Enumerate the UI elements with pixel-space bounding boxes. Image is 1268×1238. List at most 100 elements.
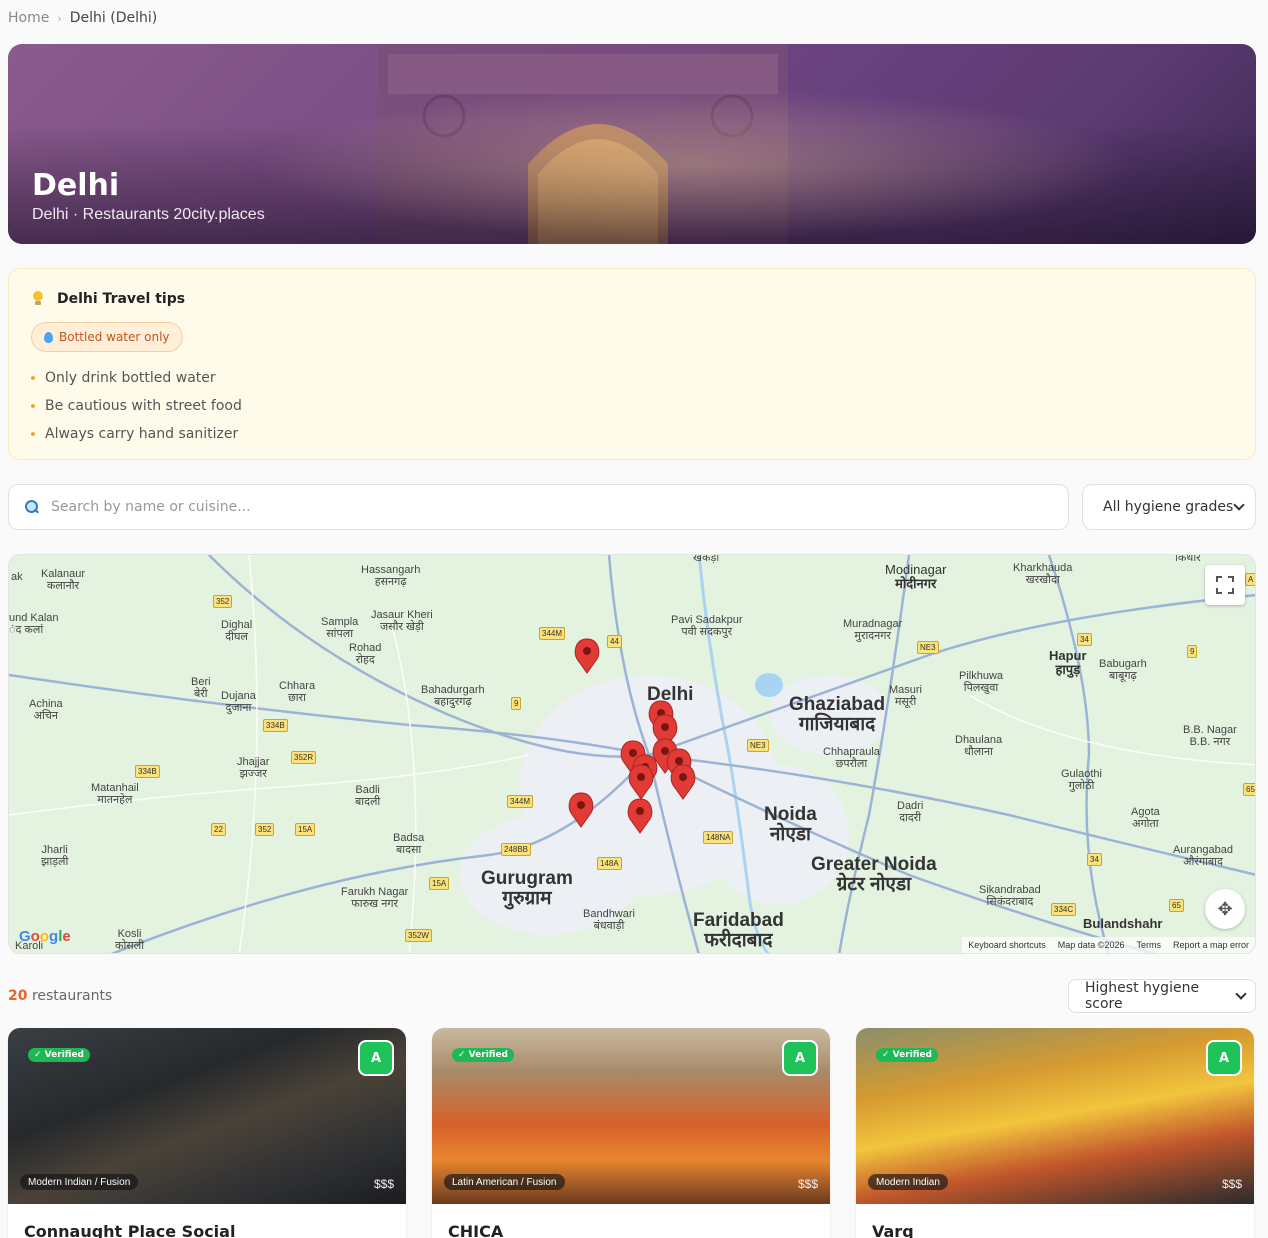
highway-shield: A: [1245, 573, 1255, 586]
map-label-khekra: खेकड़ा: [693, 554, 720, 564]
map-canvas[interactable]: [9, 555, 1256, 954]
map-label-kharkhauda: Kharkhauda खरखौदा: [1013, 562, 1073, 586]
highway-shield: 65: [1243, 783, 1255, 796]
highway-shield: 334B: [135, 765, 160, 778]
map-label-ak: ak: [11, 571, 23, 583]
map-label-bahadurgarh: Bahadurgarh बहादुरगढ़: [421, 684, 485, 708]
restaurant-name[interactable]: Connaught Place Social: [24, 1222, 235, 1238]
map-data-credit: Map data ©2026: [1057, 940, 1125, 950]
results-count-label: restaurants: [31, 988, 113, 1004]
highway-shield: 352: [255, 823, 275, 836]
cuisine-tag: Modern Indian: [868, 1174, 948, 1190]
map-label-kalanaur: Kalanaur कलानौर: [41, 568, 86, 592]
cuisine-tag: Latin American / Fusion: [444, 1174, 565, 1190]
search-icon: [25, 500, 39, 514]
restaurant-card[interactable]: ✓ Verified A Modern Indian / Fusion $$$ …: [8, 1028, 406, 1238]
water-tip-badge: Bottled water only: [31, 322, 183, 352]
highway-shield: 334C: [1051, 903, 1077, 916]
restaurant-map[interactable]: Modinagar मोदीनगर Ghaziabad गाजियाबाद Noid…: [8, 554, 1256, 954]
map-label-aurangabad: Aurangabad औरंगाबाद: [1173, 844, 1233, 868]
hero-subtitle: Delhi · Restaurants 20city.places: [32, 206, 265, 223]
hygiene-grade-badge: A: [1206, 1040, 1242, 1076]
map-label-chhapraula: Chhapraula छपरौला: [823, 746, 880, 770]
breadcrumb-separator: ›: [57, 11, 62, 25]
map-label-hapur: Hapur हापुड़: [1049, 648, 1087, 677]
restaurant-name[interactable]: Varq: [872, 1222, 914, 1238]
hygiene-grade-select[interactable]: All hygiene grades: [1082, 484, 1256, 530]
map-label-bb-nagar: B.B. Nagar B.B. नगर: [1183, 724, 1237, 748]
price-level: $$$: [797, 1177, 818, 1191]
tips-list: Only drink bottled water Be cautious wit…: [31, 364, 242, 448]
chevron-down-icon: [1235, 988, 1247, 1000]
map-label-babugarh: Babugarh बाबूगढ़: [1099, 658, 1147, 682]
tip-item: Always carry hand sanitizer: [31, 420, 242, 448]
map-label-kosli: Kosli कोसली: [115, 928, 145, 952]
map-label-dujana: Dujana दुजाना: [221, 690, 256, 714]
map-label-agota: Agota अगोता: [1131, 806, 1160, 830]
highway-shield: 344M: [507, 795, 534, 808]
map-label-masuri: Masuri मसूरी: [889, 684, 923, 708]
travel-tips-title: Delhi Travel tips: [57, 291, 186, 307]
map-label-kithor: किथौर: [1175, 554, 1201, 564]
map-footer: Keyboard shortcuts Map data ©2026 Terms …: [962, 937, 1255, 953]
verified-badge: ✓ Verified: [876, 1048, 938, 1062]
map-label-chhara: Chhara छारा: [279, 680, 316, 704]
sort-select-value: Highest hygiene score: [1085, 980, 1200, 1012]
map-label-hassangarh: Hassangarh हसनगढ़: [361, 564, 421, 588]
map-label-sampla: Sampla सांपला: [321, 616, 359, 640]
highway-shield: 22: [211, 823, 226, 836]
breadcrumb-home-link[interactable]: Home: [8, 10, 49, 26]
map-label-gulaothi: Gulaothi गुलोठी: [1061, 768, 1102, 792]
travel-tips-panel: Delhi Travel tips Bottled water only Onl…: [8, 268, 1256, 460]
highway-shield: 352W: [405, 929, 432, 942]
search-input[interactable]: [51, 499, 1031, 515]
map-label-pavi-sadakpur: Pavi Sadakpur पवी सदकपुर: [671, 614, 743, 638]
highway-shield: 148NA: [703, 831, 734, 844]
highway-shield: 9: [1187, 645, 1198, 658]
page-title: Delhi: [32, 168, 120, 203]
price-level: $$$: [1221, 1177, 1242, 1191]
map-label-jharli: Jharli झाड़ली: [41, 844, 69, 868]
search-bar: [8, 484, 1069, 530]
fullscreen-button[interactable]: [1205, 565, 1245, 605]
report-map-error-link[interactable]: Report a map error: [1173, 940, 1249, 950]
verified-badge: ✓ Verified: [452, 1048, 514, 1062]
map-label-dadri: Dadri दादरी: [897, 800, 924, 824]
lightbulb-icon: [31, 291, 45, 307]
highway-shield: 34: [1077, 633, 1092, 646]
highway-shield: 9: [511, 697, 522, 710]
verified-badge: ✓ Verified: [28, 1048, 90, 1062]
results-count-number: 20: [8, 988, 28, 1004]
highway-shield: 334B: [263, 719, 288, 732]
highway-shield: 15A: [429, 877, 450, 890]
restaurant-card[interactable]: ✓ Verified A Latin American / Fusion $$$…: [432, 1028, 830, 1238]
breadcrumb-current: Delhi (Delhi): [69, 10, 158, 26]
restaurant-name[interactable]: CHICA: [448, 1222, 503, 1238]
highway-shield: 248BB: [501, 843, 532, 856]
restaurant-card[interactable]: ✓ Verified A Modern Indian $$$ Varq: [856, 1028, 1254, 1238]
hero-banner: Delhi Delhi · Restaurants 20city.places: [8, 44, 1256, 244]
map-label-muradnagar: Muradnagar मुरादनगर: [843, 618, 903, 642]
sort-select[interactable]: Highest hygiene score: [1068, 979, 1256, 1013]
map-label-gurugram: Gurugram गुरुग्राम: [481, 868, 573, 909]
map-label-achina: Achina अचिन: [29, 698, 63, 722]
results-count: 20 restaurants: [8, 988, 112, 1004]
map-label-sikandrabad: Sikandrabad सिकंदराबाद: [979, 884, 1041, 908]
google-logo: Google: [19, 928, 71, 945]
highway-shield: 44: [607, 635, 622, 648]
map-label-farukh-nagar: Farukh Nagar फारुख नगर: [341, 886, 409, 910]
map-label-beri: Beri बेरी: [191, 676, 211, 700]
map-label-noida: Noida नोएडा: [764, 804, 817, 845]
map-label-rohad: Rohad रोहद: [349, 642, 382, 666]
map-pan-button[interactable]: ✥: [1205, 889, 1245, 929]
water-tip-badge-label: Bottled water only: [59, 330, 170, 344]
hygiene-grade-badge: A: [782, 1040, 818, 1076]
map-label-dighal: Dighal दीघल: [221, 619, 253, 643]
keyboard-shortcuts-link[interactable]: Keyboard shortcuts: [968, 940, 1046, 950]
chevron-down-icon: [1233, 499, 1245, 511]
map-label-pilkhuwa: Pilkhuwa पिलखुवा: [959, 670, 1004, 694]
breadcrumb: Home › Delhi (Delhi): [8, 10, 157, 26]
map-label-und-kalan: und Kalanंद कलां: [9, 612, 59, 636]
hygiene-grade-badge: A: [358, 1040, 394, 1076]
terms-link[interactable]: Terms: [1136, 940, 1161, 950]
